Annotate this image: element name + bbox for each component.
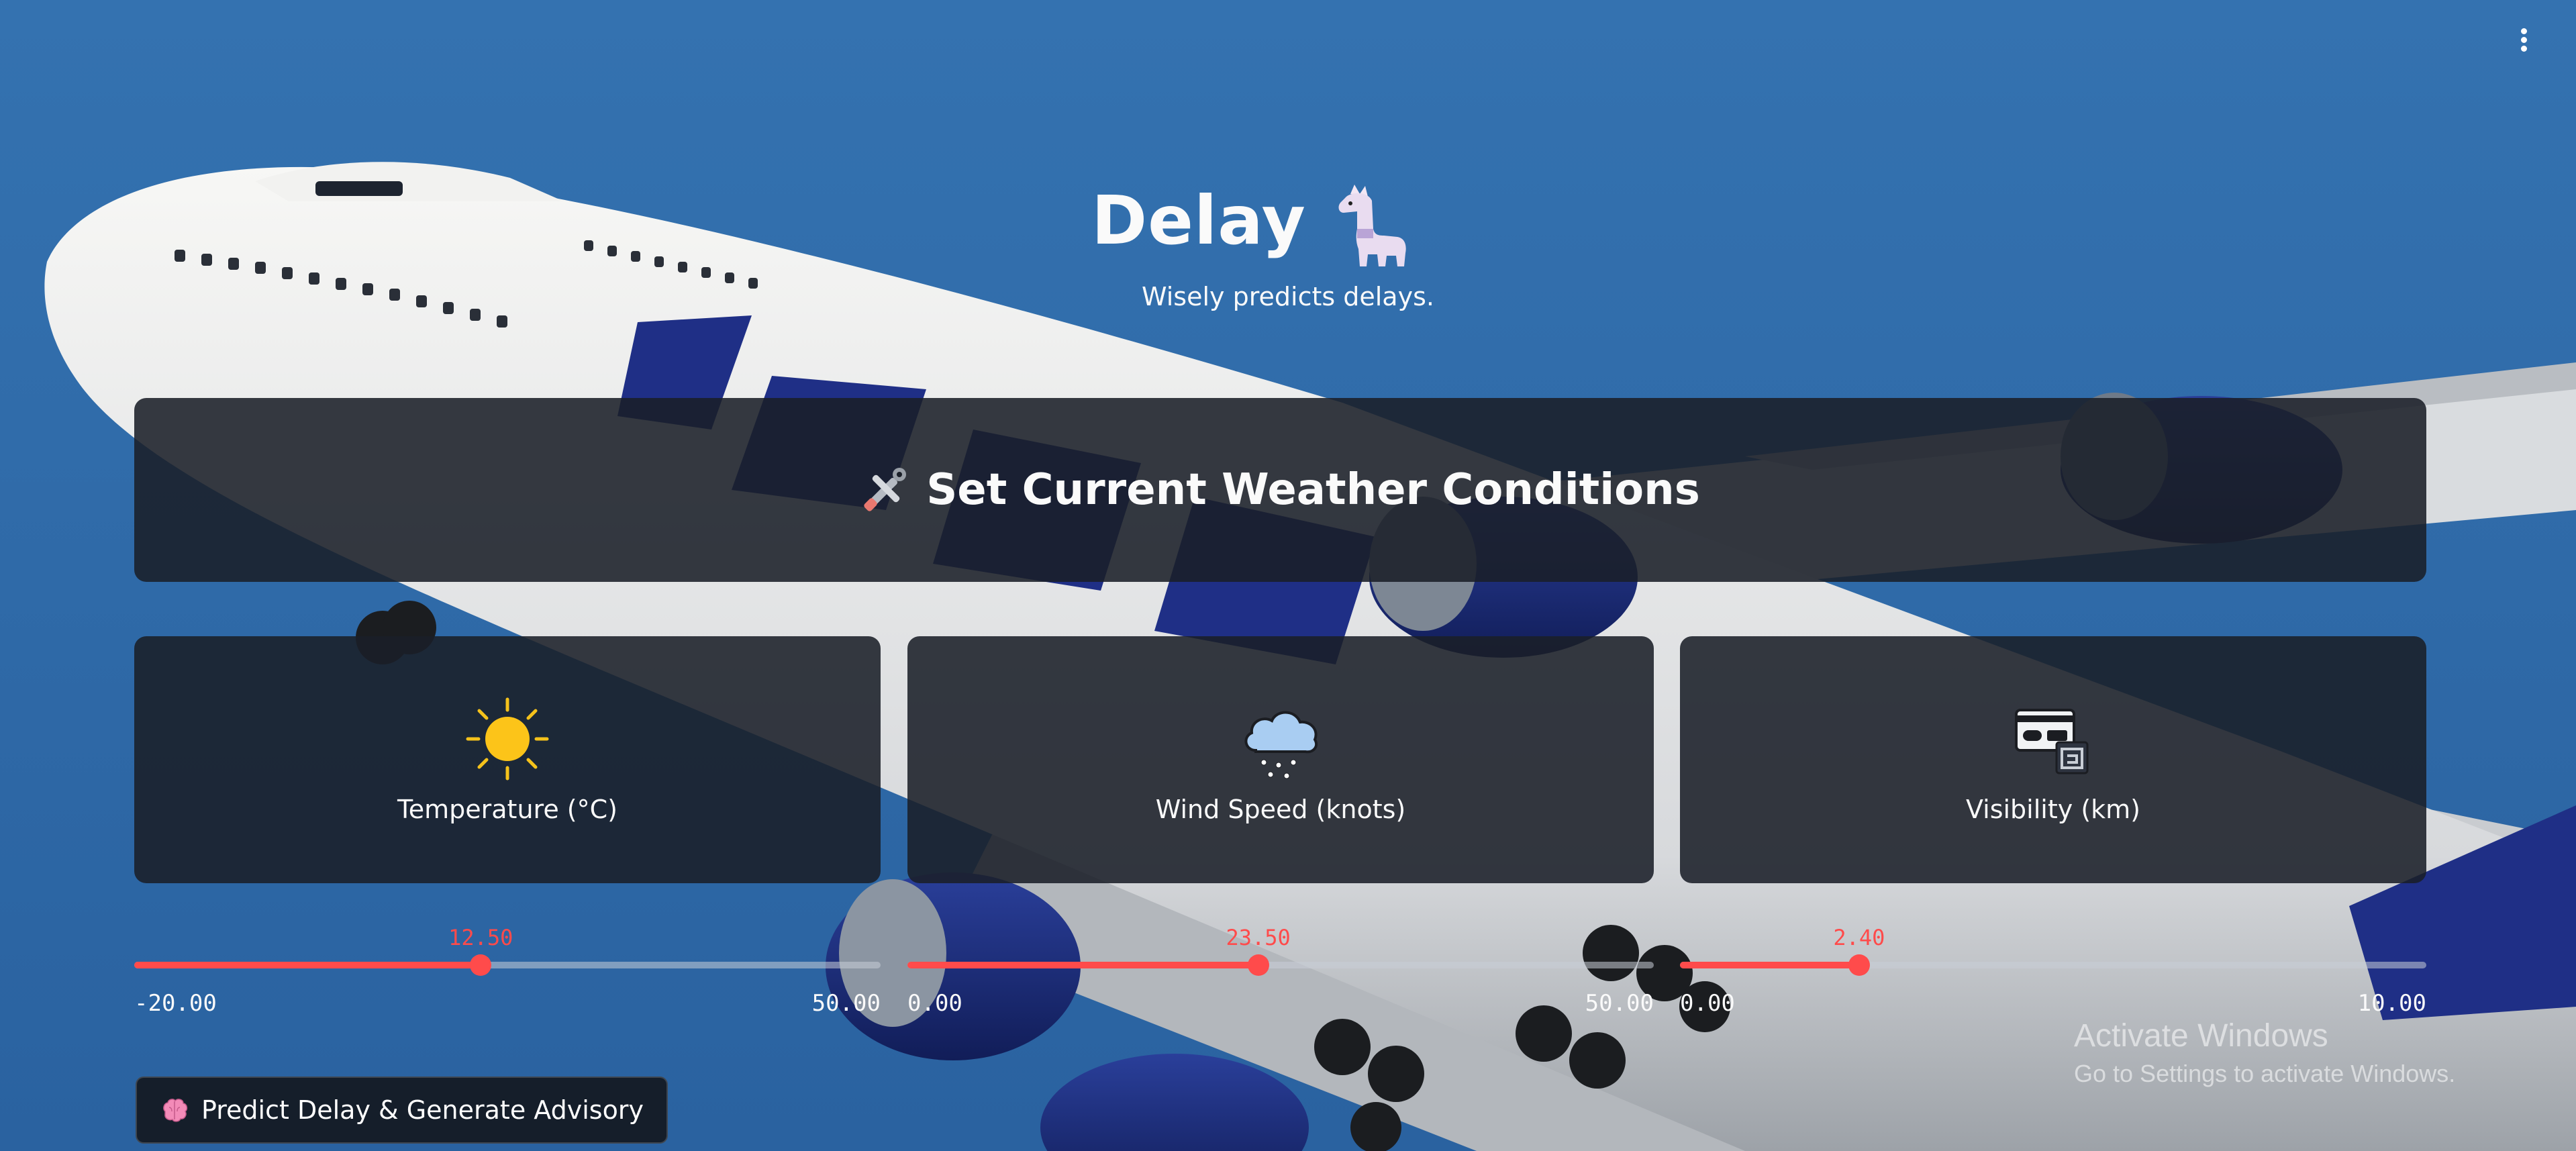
- page-subtitle: Wisely predicts delays.: [1142, 282, 1434, 311]
- tools-icon: [864, 468, 907, 511]
- sun-icon: [466, 697, 549, 781]
- slider-thumb[interactable]: [470, 954, 492, 976]
- visibility-card: Visibility (km): [1680, 636, 2426, 883]
- page-title: Delay: [0, 181, 2576, 269]
- slider-fill: [1680, 962, 1859, 968]
- predict-delay-button[interactable]: Predict Delay & Generate Advisory: [136, 1077, 668, 1144]
- page-title-text: Delay: [1091, 181, 1306, 260]
- id-card-icon: [2015, 709, 2089, 774]
- slider-value: 2.40: [1833, 925, 1885, 950]
- slider-thumb[interactable]: [1848, 954, 1870, 976]
- watermark-line-1: Activate Windows: [2074, 1018, 2328, 1054]
- activate-windows-watermark: Activate Windows Go to Settings to activ…: [2074, 1017, 2455, 1088]
- slider-value: 23.50: [1226, 925, 1291, 950]
- slider-max-label: 50.00: [1585, 990, 1654, 1017]
- temperature-slider[interactable]: 12.50 -20.00 50.00: [134, 919, 881, 1017]
- snow-cloud-icon: [1244, 711, 1318, 779]
- visibility-slider[interactable]: 2.40 0.00 10.00: [1680, 919, 2426, 1017]
- section-heading: Set Current Weather Conditions: [860, 465, 1700, 515]
- predict-button-label: Predict Delay & Generate Advisory: [201, 1095, 644, 1125]
- watermark-line-2: Go to Settings to activate Windows.: [2074, 1060, 2456, 1087]
- vertical-ellipsis-icon: [2520, 28, 2527, 34]
- slider-fill: [134, 962, 481, 968]
- slider-fill: [907, 962, 1258, 968]
- temperature-label: Temperature (°C): [397, 795, 617, 824]
- slider-max-label: 10.00: [2357, 990, 2426, 1017]
- slider-thumb[interactable]: [1247, 954, 1269, 976]
- wind-speed-label: Wind Speed (knots): [1155, 795, 1406, 824]
- slider-max-label: 50.00: [811, 990, 881, 1017]
- visibility-label: Visibility (km): [1965, 795, 2140, 824]
- section-heading-text: Set Current Weather Conditions: [926, 465, 1700, 515]
- wind-speed-slider[interactable]: 23.50 0.00 50.00: [907, 919, 1654, 1017]
- slider-min-label: 0.00: [1680, 990, 1735, 1017]
- slider-value: 12.50: [448, 925, 513, 950]
- app-header: Delay: [0, 181, 2576, 269]
- brain-icon: [163, 1099, 188, 1122]
- wind-speed-card: Wind Speed (knots): [907, 636, 1654, 883]
- main-menu-button[interactable]: [2510, 26, 2537, 59]
- weather-conditions-panel: Set Current Weather Conditions: [134, 398, 2426, 582]
- temperature-card: Temperature (°C): [134, 636, 881, 883]
- slider-min-label: 0.00: [907, 990, 962, 1017]
- llama-icon: [1338, 184, 1406, 266]
- slider-min-label: -20.00: [134, 990, 217, 1017]
